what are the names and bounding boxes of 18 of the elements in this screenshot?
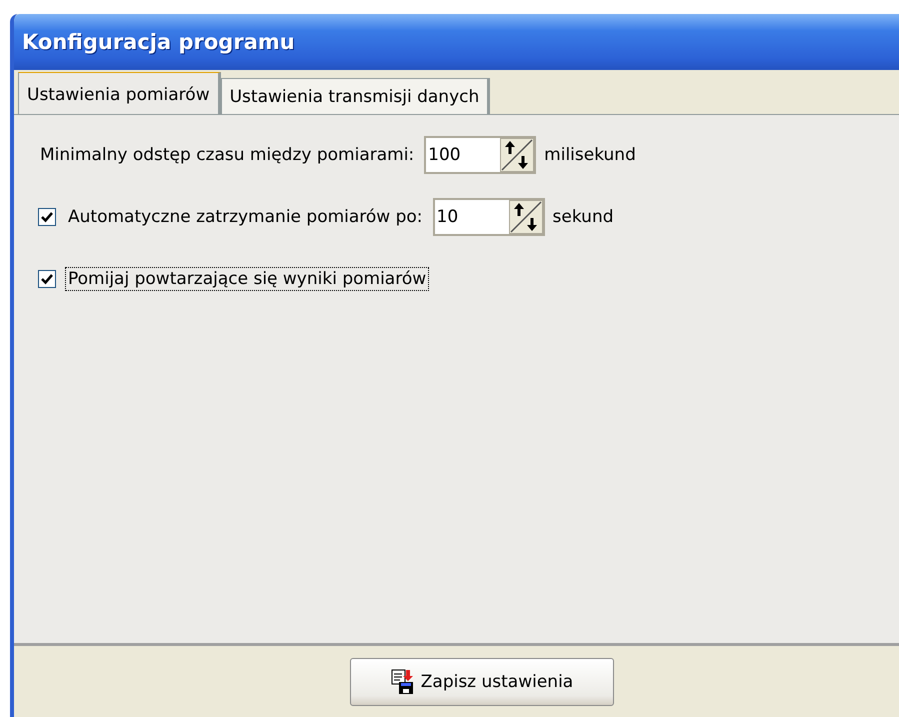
number-spinner[interactable]: 100	[424, 136, 536, 174]
unit-label: milisekund	[544, 145, 636, 165]
setting-label: Minimalny odstęp czasu między pomiarami:	[39, 144, 416, 166]
unit-label: sekund	[552, 207, 614, 227]
setting-label: Automatyczne zatrzymanie pomiarów po:	[67, 206, 424, 228]
checkbox[interactable]	[38, 270, 56, 288]
save-document-icon	[390, 668, 415, 694]
save-settings-button[interactable]: Zapisz ustawienia	[350, 658, 614, 706]
number-spinner[interactable]: 10	[432, 198, 545, 236]
tab[interactable]: Ustawienia pomiarów	[18, 72, 221, 114]
spin-arrows-icon[interactable]	[500, 138, 534, 172]
number-field[interactable]: 10	[434, 207, 509, 227]
number-field[interactable]: 100	[426, 145, 500, 165]
tab[interactable]: Ustawienia transmisji danych	[220, 78, 490, 114]
checkbox[interactable]	[38, 208, 56, 226]
window-title: Konfiguracja programu	[14, 14, 899, 70]
spin-arrows-icon[interactable]	[508, 200, 543, 234]
setting-label: Pomijaj powtarzające się wyniki pomiarów	[66, 268, 428, 290]
